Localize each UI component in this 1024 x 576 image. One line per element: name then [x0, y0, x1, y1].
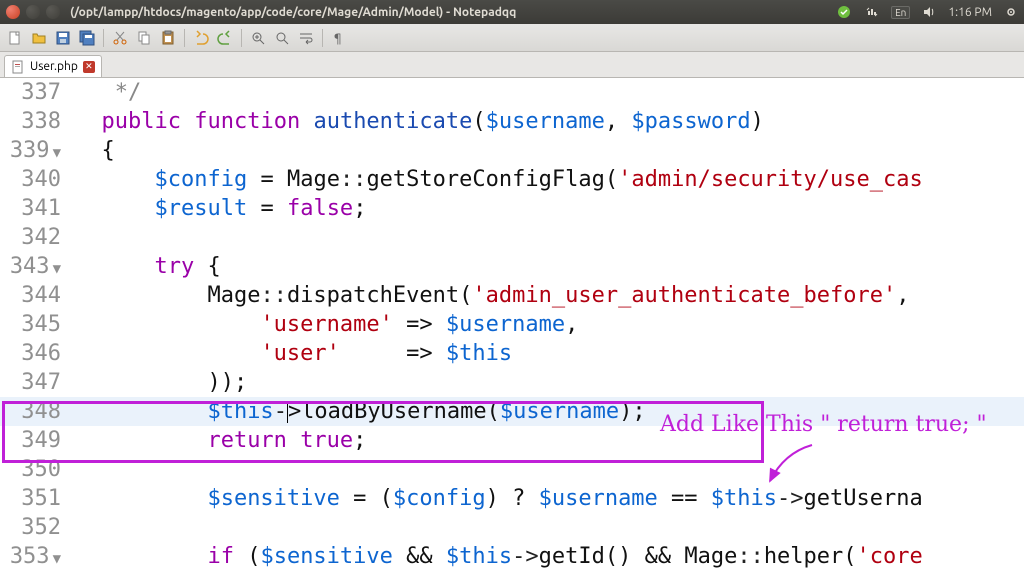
redo-button[interactable]	[214, 27, 236, 49]
code-text[interactable]: 'user' => $this	[75, 341, 1024, 366]
code-text[interactable]: if ($sensitive && $this->getId() && Mage…	[75, 544, 1024, 569]
line-number: 352	[0, 515, 75, 540]
network-icon[interactable]	[863, 3, 881, 21]
save-all-button[interactable]	[76, 27, 98, 49]
code-line[interactable]: 346 'user' => $this	[0, 339, 1024, 368]
svg-text:¶: ¶	[334, 32, 342, 45]
line-number: 344	[0, 283, 75, 308]
code-text[interactable]: ));	[75, 370, 1024, 395]
code-line[interactable]: 344 Mage::dispatchEvent('admin_user_auth…	[0, 281, 1024, 310]
code-line[interactable]: 347 ));	[0, 368, 1024, 397]
find-button[interactable]	[271, 27, 293, 49]
code-line[interactable]: 353▼ if ($sensitive && $this->getId() &&…	[0, 542, 1024, 571]
zoom-in-button[interactable]	[247, 27, 269, 49]
file-tab[interactable]: User.php ✕	[4, 55, 102, 77]
toolbar-separator	[103, 29, 104, 47]
line-number: 343▼	[0, 254, 75, 279]
line-number: 341	[0, 196, 75, 221]
cut-button[interactable]	[109, 27, 131, 49]
minimize-window-button[interactable]	[26, 5, 40, 19]
code-line[interactable]: 341 $result = false;	[0, 194, 1024, 223]
code-line[interactable]: 352	[0, 513, 1024, 542]
line-number: 351	[0, 486, 75, 511]
system-tray: En 1:16 PM	[835, 0, 1020, 24]
code-line[interactable]: 350	[0, 455, 1024, 484]
line-number: 345	[0, 312, 75, 337]
new-file-button[interactable]	[4, 27, 26, 49]
code-line[interactable]: 343▼ try {	[0, 252, 1024, 281]
line-number: 339▼	[0, 138, 75, 163]
show-symbols-button[interactable]: ¶	[328, 27, 350, 49]
sync-icon[interactable]	[835, 3, 853, 21]
tab-filename: User.php	[30, 60, 78, 73]
code-text[interactable]: try {	[75, 254, 1024, 279]
line-number: 342	[0, 225, 75, 250]
code-text[interactable]: */	[75, 80, 1024, 105]
maximize-window-button[interactable]	[46, 5, 60, 19]
code-text[interactable]: $config = Mage::getStoreConfigFlag('admi…	[75, 167, 1024, 192]
file-icon	[11, 60, 25, 74]
fold-marker-icon[interactable]: ▼	[53, 261, 61, 277]
window-title: (/opt/lampp/htdocs/magento/app/code/core…	[70, 6, 516, 19]
line-number: 346	[0, 341, 75, 366]
line-number: 350	[0, 457, 75, 482]
undo-button[interactable]	[190, 27, 212, 49]
word-wrap-button[interactable]	[295, 27, 317, 49]
code-line[interactable]: 338 public function authenticate($userna…	[0, 107, 1024, 136]
code-text[interactable]: public function authenticate($username, …	[75, 109, 1024, 134]
keyboard-lang-indicator[interactable]: En	[891, 6, 910, 19]
code-line[interactable]: 345 'username' => $username,	[0, 310, 1024, 339]
line-number: 337	[0, 80, 75, 105]
line-number: 349	[0, 428, 75, 453]
line-number: 338	[0, 109, 75, 134]
line-number: 348	[0, 399, 75, 424]
code-text[interactable]: $sensitive = ($config) ? $username == $t…	[75, 486, 1024, 511]
code-line[interactable]: 337 */	[0, 78, 1024, 107]
copy-button[interactable]	[133, 27, 155, 49]
line-number: 347	[0, 370, 75, 395]
settings-gear-icon[interactable]	[1002, 3, 1020, 21]
toolbar-separator	[241, 29, 242, 47]
code-line[interactable]: 340 $config = Mage::getStoreConfigFlag('…	[0, 165, 1024, 194]
save-button[interactable]	[52, 27, 74, 49]
fold-marker-icon[interactable]: ▼	[53, 145, 61, 161]
line-number: 353▼	[0, 544, 75, 569]
code-line[interactable]: 342	[0, 223, 1024, 252]
toolbar-separator	[322, 29, 323, 47]
code-line[interactable]: 339▼ {	[0, 136, 1024, 165]
toolbar: ¶	[0, 24, 1024, 52]
clock[interactable]: 1:16 PM	[948, 6, 992, 19]
titlebar: (/opt/lampp/htdocs/magento/app/code/core…	[0, 0, 1024, 24]
line-number: 340	[0, 167, 75, 192]
annotation-label: Add Like This " return true; "	[660, 412, 987, 437]
code-text[interactable]: $result = false;	[75, 196, 1024, 221]
tab-close-button[interactable]: ✕	[83, 61, 95, 73]
code-text[interactable]: 'username' => $username,	[75, 312, 1024, 337]
code-line[interactable]: 351 $sensitive = ($config) ? $username =…	[0, 484, 1024, 513]
paste-button[interactable]	[157, 27, 179, 49]
code-editor[interactable]: 337 */338 public function authenticate($…	[0, 78, 1024, 576]
tab-bar: User.php ✕	[0, 52, 1024, 78]
code-text[interactable]: {	[75, 138, 1024, 163]
volume-icon[interactable]	[920, 3, 938, 21]
open-file-button[interactable]	[28, 27, 50, 49]
code-text[interactable]: Mage::dispatchEvent('admin_user_authenti…	[75, 283, 1024, 308]
toolbar-separator	[184, 29, 185, 47]
window-controls	[6, 5, 60, 19]
fold-marker-icon[interactable]: ▼	[53, 551, 61, 567]
close-window-button[interactable]	[6, 5, 20, 19]
